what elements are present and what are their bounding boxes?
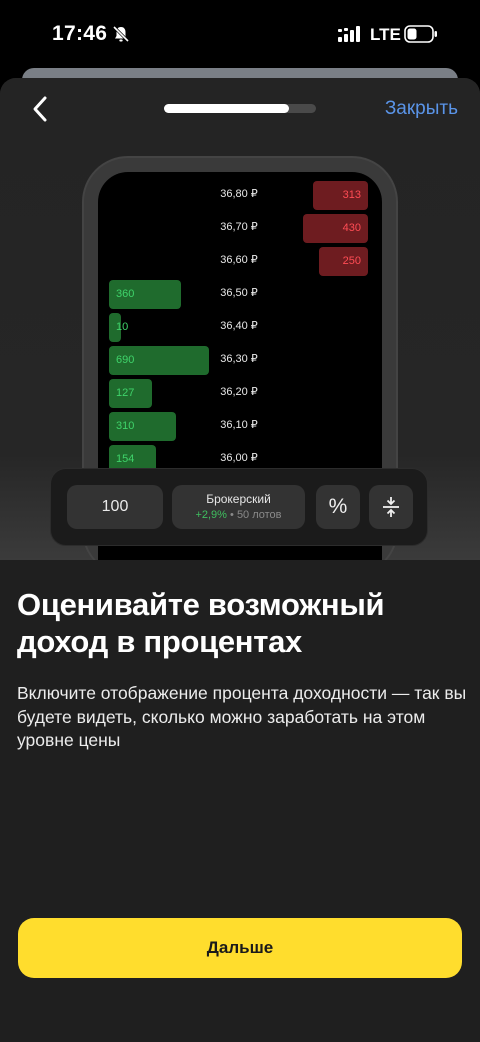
bid-volume-bar: 360	[109, 280, 181, 309]
signal-icon	[338, 26, 360, 42]
order-book-row: 36,30 ₽690	[98, 344, 382, 376]
account-info: +2,9% • 50 лотов	[172, 509, 305, 521]
chevron-left-icon	[33, 96, 47, 122]
battery-icon	[404, 25, 437, 43]
next-button[interactable]: Дальше	[18, 918, 462, 978]
back-button[interactable]	[26, 94, 56, 124]
progress-fill	[164, 104, 289, 113]
separator-dot: •	[230, 509, 234, 521]
onboarding-sheet: 36,80 ₽ 313 36,70 ₽ 430 36,60 ₽ 250 36,50 ₽ 360…	[0, 78, 480, 1042]
order-book-price: 36,70 ₽	[220, 221, 258, 233]
page-title: Оценивайте возможный доход в процентах	[17, 587, 385, 659]
order-book-price: 36,00 ₽	[220, 452, 258, 464]
order-book-row: 36,10 ₽ 310	[98, 410, 382, 442]
status-bar: 17:46 LTE	[0, 0, 480, 70]
order-book-row: 36,20 ₽ 127	[98, 377, 382, 409]
network-label: LTE	[370, 25, 401, 44]
progress-bar	[164, 104, 316, 113]
account-lots: 50 лотов	[236, 509, 282, 521]
order-book-row: 36,80 ₽ 313	[98, 179, 382, 211]
bid-volume-bar: 690	[109, 346, 209, 375]
collapse-vertical-icon	[383, 497, 399, 517]
bell-slash-icon	[112, 25, 130, 43]
order-book-price: 36,80 ₽	[220, 188, 258, 200]
percent-toggle: %	[316, 485, 360, 529]
collapse-button	[369, 485, 413, 529]
order-book-row: 36,40 ₽ 10	[98, 311, 382, 343]
hero-illustration: 36,80 ₽ 313 36,70 ₽ 430 36,60 ₽ 250 36,50 ₽ 360…	[0, 78, 480, 560]
order-book-price: 36,20 ₽	[220, 386, 258, 398]
account-selector: Брокерский +2,9% • 50 лотов	[172, 485, 305, 529]
order-book-price: 36,10 ₽	[220, 419, 258, 431]
bid-volume-bar: 127	[109, 379, 152, 408]
order-book-row: 36,70 ₽ 430	[98, 212, 382, 244]
order-book-price: 36,40 ₽	[220, 320, 258, 332]
bid-volume-bar: 10	[109, 313, 128, 342]
order-book-price: 36,60 ₽	[220, 254, 258, 266]
ask-volume-bar: 250	[319, 247, 368, 276]
order-book-row: 36,60 ₽ 250	[98, 245, 382, 277]
order-book-price: 36,50 ₽	[220, 287, 258, 299]
account-name: Брокерский	[206, 492, 271, 506]
ask-volume-bar: 313	[313, 181, 368, 210]
account-change: +2,9%	[195, 509, 227, 521]
bid-volume-bar: 310	[109, 412, 176, 441]
ask-volume-bar: 430	[303, 214, 368, 243]
status-time: 17:46	[52, 22, 108, 45]
close-button[interactable]: Закрыть	[385, 98, 458, 120]
page-description: Включите отображение процента доходности…	[17, 683, 467, 750]
order-book-row: 36,50 ₽ 360	[98, 278, 382, 310]
quantity-field: 100	[67, 485, 163, 529]
order-toolbar: 100 Брокерский +2,9% • 50 лотов %	[50, 468, 428, 546]
